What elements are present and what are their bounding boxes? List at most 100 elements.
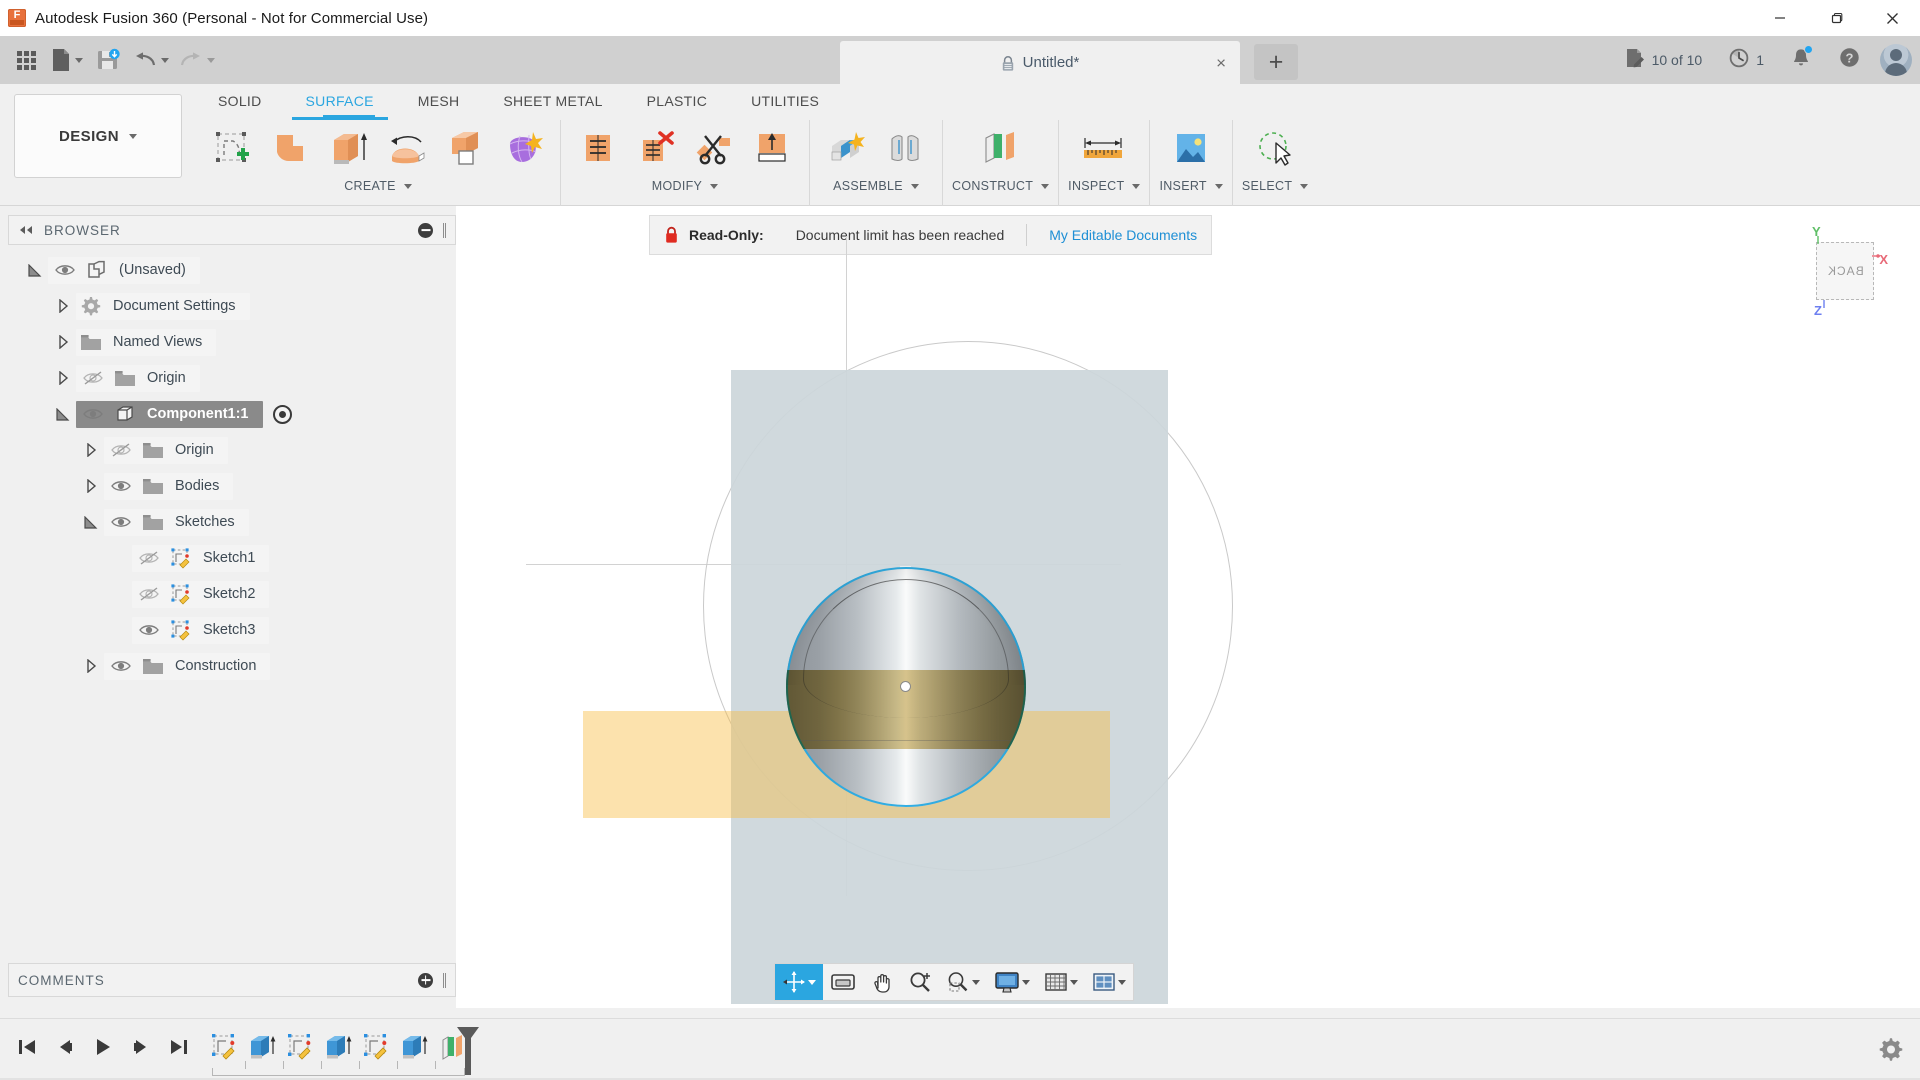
browser-tree-item[interactable]: Component1:1 [76,401,263,428]
browser-tree-item[interactable]: Sketch2 [132,581,269,608]
offset-icon[interactable] [437,122,493,176]
browser-tree-item[interactable]: Sketches [104,509,249,536]
save-icon[interactable] [88,40,128,80]
stitch-icon[interactable] [570,122,626,176]
ribbon-panel-select-label[interactable]: SELECT [1242,179,1308,193]
user-avatar[interactable] [1880,44,1912,76]
undo-icon[interactable] [128,40,174,80]
tab-sheet-metal[interactable]: SHEET METAL [481,84,624,118]
extend-icon[interactable] [744,122,800,176]
browser-tree-item[interactable]: Named Views [76,329,216,356]
add-comment-icon[interactable] [418,973,433,988]
joint-icon[interactable] [877,122,933,176]
collapse-arrow-icon[interactable] [22,252,48,288]
step-forward-icon[interactable] [122,1027,160,1067]
ribbon-panel-modify-label[interactable]: MODIFY [652,179,718,193]
unstitch-icon[interactable] [628,122,684,176]
collapse-left-icon[interactable] [18,223,34,238]
browser-tree-row[interactable]: Sketch3 [8,612,456,648]
revolve-icon[interactable] [379,122,435,176]
browser-tree-row[interactable]: Construction [8,648,456,684]
browser-tree-row[interactable]: Component1:1 [8,396,456,432]
timeline-sketch-icon[interactable] [281,1026,319,1068]
timeline-extrude-icon[interactable] [243,1026,281,1068]
grid-snaps-icon[interactable] [1037,964,1085,1000]
browser-tree-row[interactable]: Sketch2 [8,576,456,612]
zoom-window-icon[interactable] [939,964,987,1000]
eye-hidden-icon[interactable] [76,365,110,392]
browser-tree-item[interactable]: Sketch1 [132,545,269,572]
form-icon[interactable] [495,122,551,176]
eye-visible-icon[interactable] [76,401,110,428]
new-component-icon[interactable] [819,122,875,176]
gear-icon[interactable] [1876,1035,1904,1063]
collapse-arrow-icon[interactable] [78,504,104,540]
measure-icon[interactable] [1076,122,1132,176]
eye-visible-icon[interactable] [48,257,82,284]
ribbon-panel-inspect-label[interactable]: INSPECT [1068,179,1140,193]
tab-utilities[interactable]: UTILITIES [729,84,841,118]
maximize-icon[interactable] [1808,0,1864,36]
panel-resize-handle[interactable] [443,973,446,988]
pan-icon[interactable] [863,964,901,1000]
help-button[interactable]: ? [1825,40,1874,80]
minimize-icon[interactable] [1752,0,1808,36]
browser-tree-item[interactable]: Document Settings [76,293,250,320]
collapse-arrow-icon[interactable] [50,396,76,432]
step-back-icon[interactable] [46,1027,84,1067]
eye-hidden-icon[interactable] [104,437,138,464]
viewport[interactable]: Read-Only: Document limit has been reach… [456,206,1920,1008]
browser-tree-row[interactable]: (Unsaved) [8,252,456,288]
tab-plastic[interactable]: PLASTIC [625,84,729,118]
orbit-icon[interactable] [775,964,823,1000]
extrude-icon[interactable] [321,122,377,176]
grid-icon[interactable] [6,40,46,80]
expand-arrow-icon[interactable] [50,324,76,360]
browser-tree-item[interactable]: Sketch3 [132,617,269,644]
expand-arrow-icon[interactable] [78,468,104,504]
sphere-center-point[interactable] [900,681,911,692]
browser-tree-item[interactable]: Origin [76,365,200,392]
close-icon[interactable] [1864,0,1920,36]
browser-tree-item[interactable]: (Unsaved) [48,257,200,284]
timeline-sketch-icon[interactable] [357,1026,395,1068]
panel-resize-handle[interactable] [443,223,446,238]
comments-panel[interactable]: COMMENTS [8,963,456,997]
construct-plane-icon[interactable] [973,122,1029,176]
minimize-circle-icon[interactable] [418,223,433,238]
trim-icon[interactable] [686,122,742,176]
go-to-beginning-icon[interactable] [8,1027,46,1067]
eye-hidden-icon[interactable] [132,545,166,572]
editable-documents-indicator[interactable]: 10 of 10 [1611,40,1716,80]
browser-tree-item[interactable]: Construction [104,653,270,680]
my-editable-documents-link[interactable]: My Editable Documents [1027,227,1197,243]
timeline-sketch-icon[interactable] [205,1026,243,1068]
redo-icon[interactable] [174,40,220,80]
insert-image-icon[interactable] [1163,122,1219,176]
new-document-tab-button[interactable]: + [1254,44,1298,80]
select-lasso-icon[interactable] [1247,122,1303,176]
expand-arrow-icon[interactable] [78,648,104,684]
eye-hidden-icon[interactable] [132,581,166,608]
ribbon-panel-construct-label[interactable]: CONSTRUCT [952,179,1049,193]
eye-visible-icon[interactable] [132,617,166,644]
recent-documents-indicator[interactable]: 1 [1715,40,1777,80]
display-settings-icon[interactable] [987,964,1037,1000]
timeline-extrude-icon[interactable] [319,1026,357,1068]
tab-mesh[interactable]: MESH [396,84,482,118]
timeline-marker[interactable] [455,1025,481,1077]
browser-tree-row[interactable]: Sketches [8,504,456,540]
eye-visible-icon[interactable] [104,473,138,500]
activate-component-radio[interactable] [273,405,292,424]
create-sketch-icon[interactable] [205,122,261,176]
browser-tree-row[interactable]: Named Views [8,324,456,360]
browser-tree-row[interactable]: Sketch1 [8,540,456,576]
close-document-icon[interactable]: × [1216,54,1226,71]
file-icon[interactable] [46,40,88,80]
tab-surface[interactable]: SURFACE [284,84,396,118]
expand-arrow-icon[interactable] [50,360,76,396]
ribbon-panel-assemble-label[interactable]: ASSEMBLE [833,179,919,193]
look-at-icon[interactable] [823,964,863,1000]
browser-tree-row[interactable]: Bodies [8,468,456,504]
timeline-extrude-icon[interactable] [395,1026,433,1068]
